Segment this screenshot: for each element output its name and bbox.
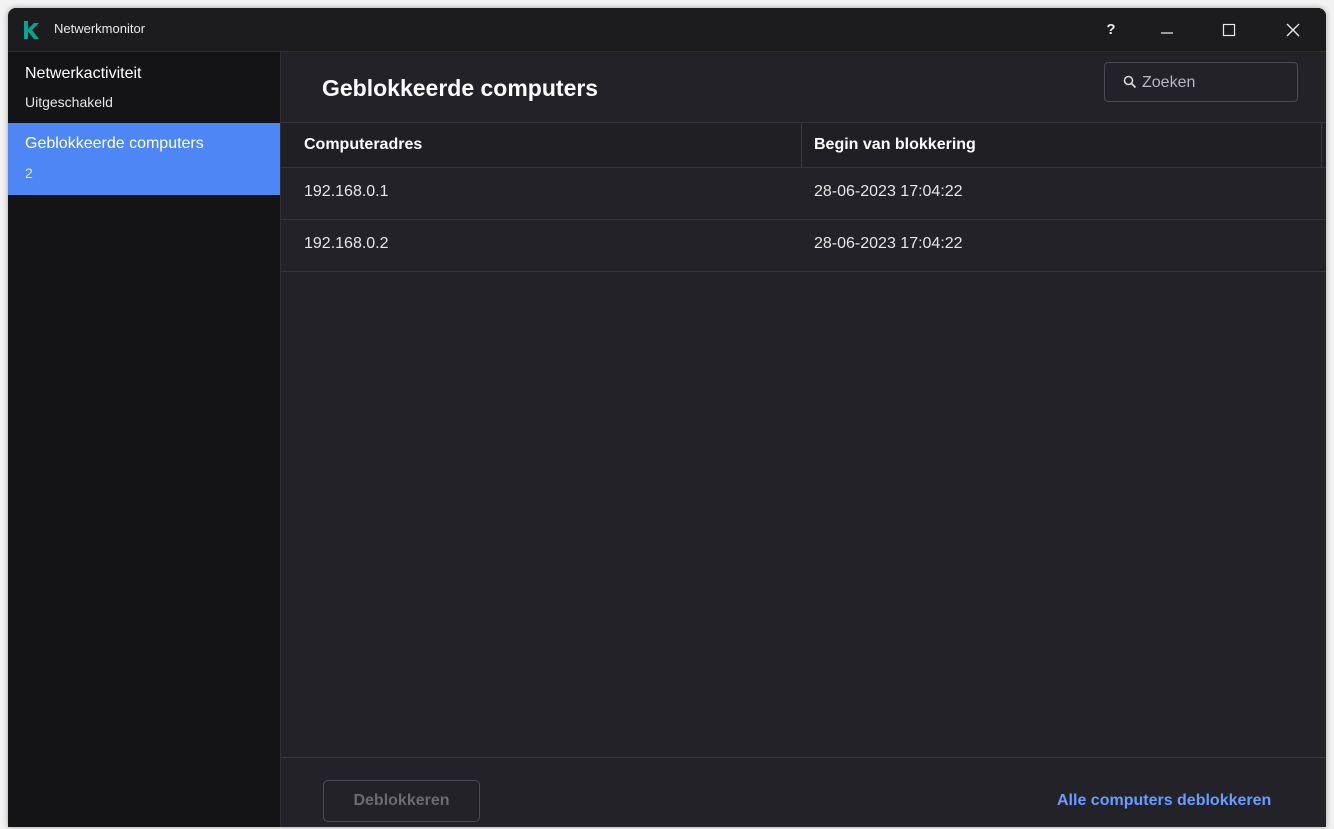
unblock-all-link[interactable]: Alle computers deblokkeren bbox=[1057, 792, 1271, 810]
sidebar-item-label: Geblokkeerde computers bbox=[25, 135, 204, 152]
maximize-button[interactable] bbox=[1206, 8, 1252, 51]
table-row[interactable]: 192.168.0.1 28-06-2023 17:04:22 bbox=[281, 168, 1326, 220]
unblock-button[interactable]: Deblokkeren bbox=[323, 780, 480, 822]
cell-block-start: 28-06-2023 17:04:22 bbox=[814, 235, 963, 252]
cell-computer-address: 192.168.0.2 bbox=[304, 235, 389, 252]
sidebar: Netwerkactiviteit Uitgeschakeld Geblokke… bbox=[8, 52, 281, 827]
footer-bar: Deblokkeren Alle computers deblokkeren bbox=[281, 757, 1326, 827]
search-box[interactable] bbox=[1104, 62, 1298, 102]
column-header-computer-address[interactable]: Computeradres bbox=[304, 123, 422, 167]
title-bar[interactable]: Netwerkmonitor ? bbox=[8, 8, 1326, 52]
column-divider[interactable] bbox=[1321, 123, 1322, 167]
main-panel: Geblokkeerde computers Computeradres Beg… bbox=[281, 52, 1326, 827]
minimize-button[interactable] bbox=[1144, 8, 1190, 51]
table-row[interactable]: 192.168.0.2 28-06-2023 17:04:22 bbox=[281, 220, 1326, 272]
app-window: Netwerkmonitor ? Netwerkactiviteit Uitge… bbox=[8, 8, 1326, 827]
sidebar-item-label: Netwerkactiviteit bbox=[25, 65, 142, 82]
sidebar-item-network-activity[interactable]: Netwerkactiviteit Uitgeschakeld bbox=[8, 52, 280, 123]
app-logo-icon bbox=[24, 21, 39, 39]
sidebar-item-status: Uitgeschakeld bbox=[25, 94, 113, 110]
blocked-computers-table: Computeradres Begin van blokkering 192.1… bbox=[281, 122, 1326, 272]
page-title: Geblokkeerde computers bbox=[322, 75, 599, 101]
cell-block-start: 28-06-2023 17:04:22 bbox=[814, 183, 963, 200]
search-input[interactable] bbox=[1140, 72, 1294, 94]
table-header: Computeradres Begin van blokkering bbox=[281, 122, 1326, 168]
search-icon bbox=[1123, 75, 1137, 89]
help-button[interactable]: ? bbox=[1088, 8, 1134, 51]
cell-computer-address: 192.168.0.1 bbox=[304, 183, 389, 200]
close-button[interactable] bbox=[1270, 8, 1316, 51]
window-title: Netwerkmonitor bbox=[54, 21, 146, 36]
sidebar-item-count: 2 bbox=[25, 165, 33, 181]
column-header-block-start[interactable]: Begin van blokkering bbox=[814, 123, 976, 167]
sidebar-item-blocked-computers[interactable]: Geblokkeerde computers 2 bbox=[8, 123, 280, 195]
close-icon bbox=[1286, 23, 1300, 36]
column-divider[interactable] bbox=[801, 123, 802, 167]
maximize-icon bbox=[1222, 23, 1236, 36]
minimize-icon bbox=[1161, 31, 1173, 34]
help-icon: ? bbox=[1106, 21, 1116, 38]
